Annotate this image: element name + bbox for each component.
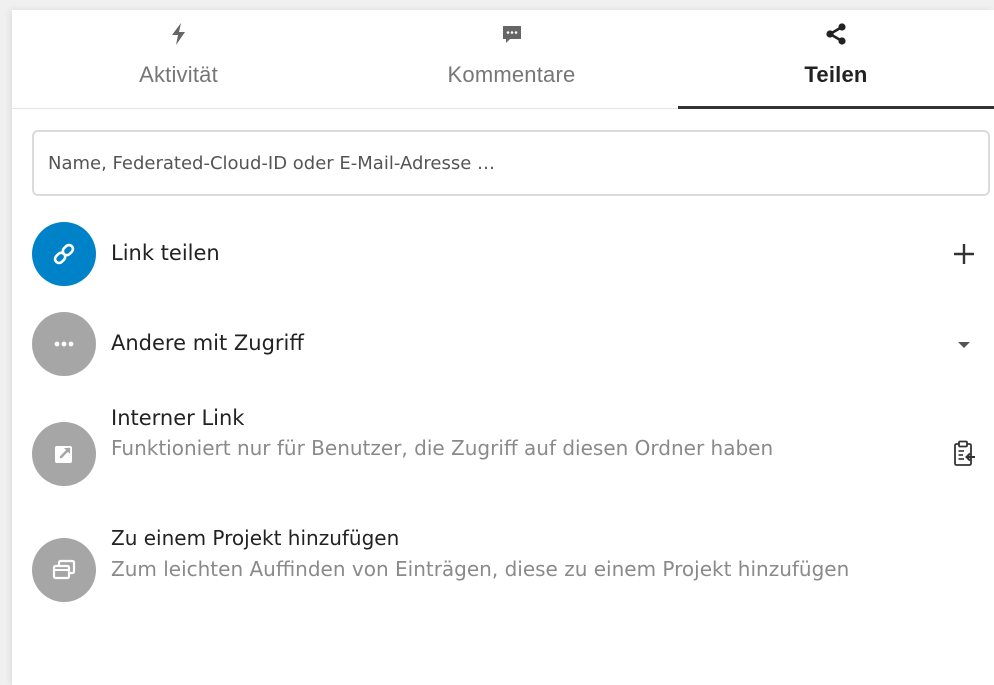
caret-down-icon[interactable] — [946, 326, 982, 362]
tab-sharing[interactable]: Teilen — [678, 10, 994, 109]
share-link-title: Link teilen — [111, 241, 220, 265]
project-icon — [32, 538, 96, 602]
share-link-row[interactable]: Link teilen — [32, 222, 990, 286]
others-access-row[interactable]: Andere mit Zugriff — [32, 312, 990, 376]
external-link-icon — [32, 422, 96, 486]
add-to-project-row[interactable]: Zu einem Projekt hinzufügen Zum leichten… — [32, 526, 990, 636]
comment-icon — [500, 22, 524, 46]
others-access-title: Andere mit Zugriff — [111, 331, 304, 355]
add-to-project-title: Zu einem Projekt hinzufügen — [111, 526, 400, 550]
share-search-input[interactable] — [34, 132, 988, 194]
share-icon — [824, 22, 848, 46]
share-search-field — [32, 130, 990, 196]
more-dots-icon — [32, 312, 96, 376]
clipboard-icon[interactable] — [946, 436, 982, 472]
internal-link-row[interactable]: Interner Link Funktioniert nur für Benut… — [32, 406, 990, 502]
tab-activity-label: Aktivität — [139, 62, 218, 87]
tab-sharing-label: Teilen — [804, 62, 868, 87]
sharing-sidebar: Aktivität Kommentare Teilen Name, Federa… — [12, 10, 994, 685]
add-to-project-subtitle: Zum leichten Auffinden von Einträgen, di… — [111, 557, 850, 581]
lightning-icon — [167, 22, 191, 46]
tab-comments-label: Kommentare — [447, 62, 576, 87]
tab-activity[interactable]: Aktivität — [12, 10, 345, 109]
sidebar-tabs: Aktivität Kommentare Teilen — [12, 10, 994, 109]
internal-link-title: Interner Link — [111, 406, 245, 430]
internal-link-subtitle: Funktioniert nur für Benutzer, die Zugri… — [111, 436, 774, 460]
tab-comments[interactable]: Kommentare — [345, 10, 678, 109]
link-icon — [32, 222, 96, 286]
plus-icon[interactable] — [946, 236, 982, 272]
